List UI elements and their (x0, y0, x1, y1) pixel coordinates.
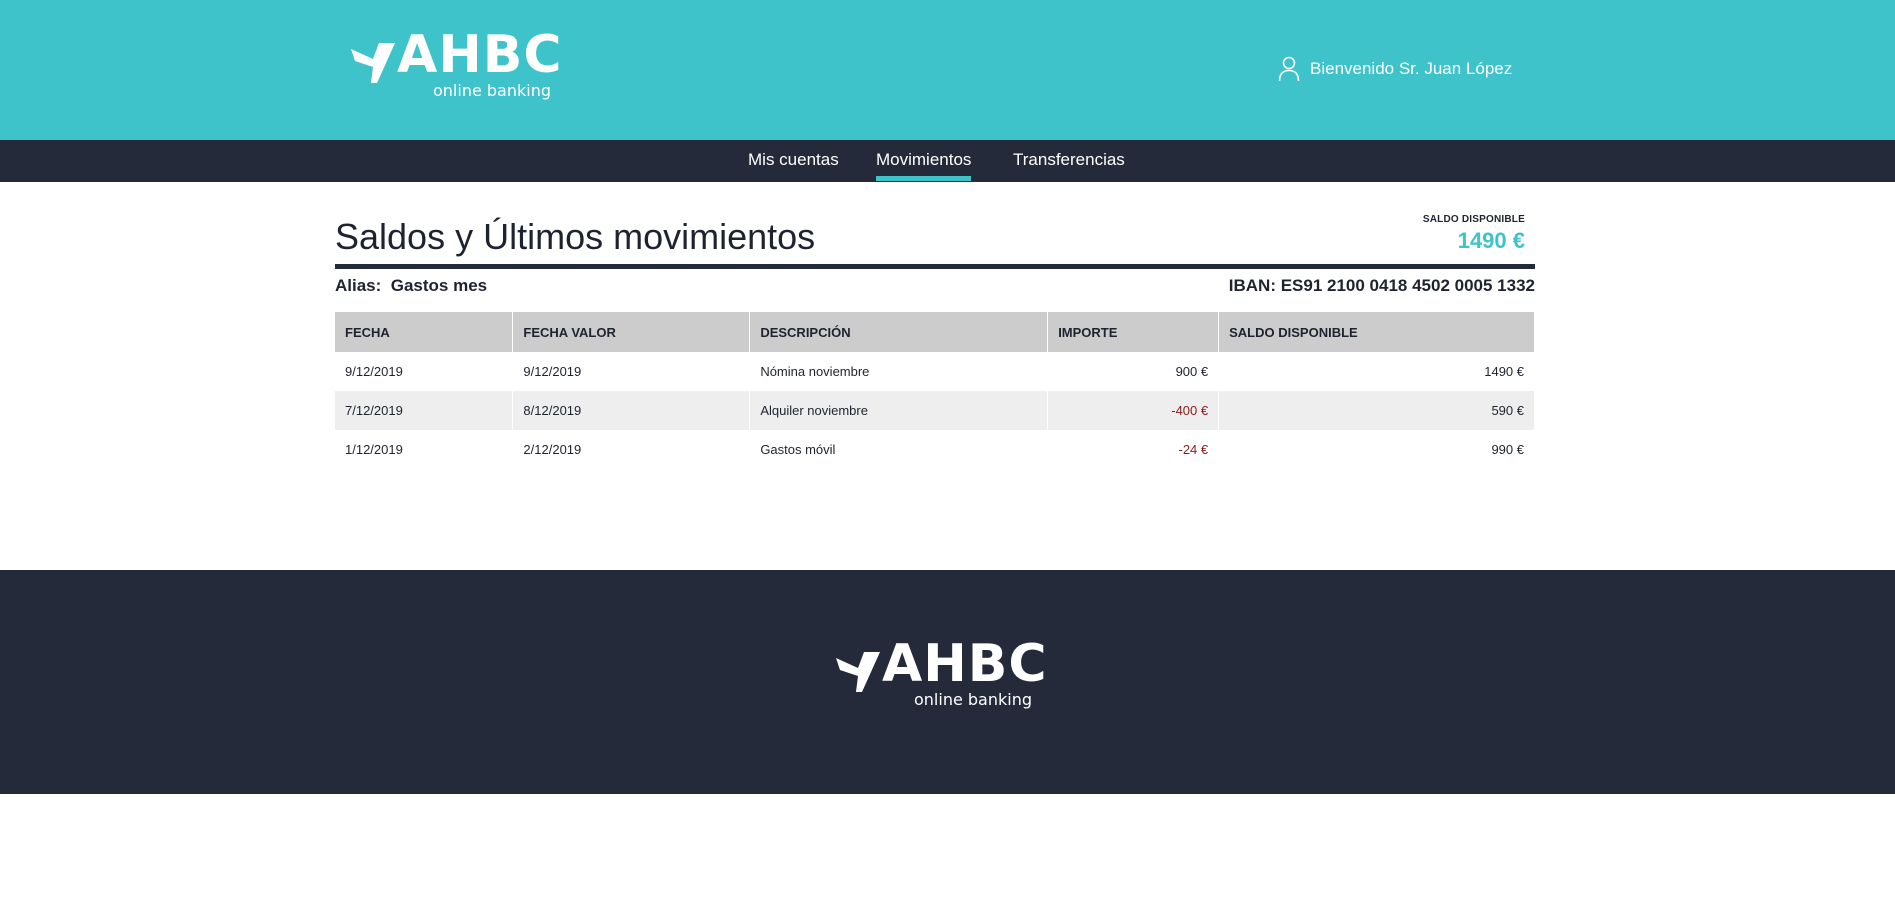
nav-item-mis-cuentas[interactable]: Mis cuentas (748, 150, 839, 170)
cell-saldo: 1490 € (1218, 352, 1535, 391)
movements-table: FECHA FECHA VALOR DESCRIPCIÓN IMPORTE SA… (335, 312, 1535, 469)
saldo-summary: SALDO DISPONIBLE 1490 € (1423, 214, 1525, 254)
table-header-row: FECHA FECHA VALOR DESCRIPCIÓN IMPORTE SA… (335, 312, 1535, 352)
saldo-label: SALDO DISPONIBLE (1422, 214, 1525, 225)
cell-fecha-valor: 9/12/2019 (512, 352, 751, 391)
user-icon (1278, 56, 1300, 82)
col-fecha[interactable]: FECHA (335, 312, 514, 352)
footer: AHBC online banking (0, 570, 1895, 794)
cell-importe: 900 € (1047, 352, 1220, 391)
welcome-text: Bienvenido Sr. Juan López (1310, 59, 1513, 78)
table-row[interactable]: 1/12/2019 2/12/2019 Gastos móvil -24 € 9… (335, 430, 1535, 469)
col-saldo-disponible[interactable]: SALDO DISPONIBLE (1218, 312, 1535, 352)
account-iban: IBAN: ES91 2100 0418 4502 0005 1332 (1228, 276, 1535, 295)
alias-label: Alias: (335, 276, 382, 295)
cell-saldo: 590 € (1218, 391, 1535, 430)
table-row[interactable]: 9/12/2019 9/12/2019 Nómina noviembre 900… (335, 352, 1535, 391)
cell-fecha: 7/12/2019 (335, 391, 514, 430)
cell-fecha: 1/12/2019 (335, 430, 514, 469)
account-alias: Alias: Gastos mes (335, 276, 487, 296)
cell-descripcion: Alquiler noviembre (749, 391, 1049, 430)
cell-saldo: 990 € (1218, 430, 1535, 469)
header-bar: AHBC online banking Bienvenido Sr. Juan … (0, 0, 1895, 140)
col-fecha-valor[interactable]: FECHA VALOR (512, 312, 751, 352)
bird-logo-icon (836, 652, 880, 692)
brand-tagline: online banking (433, 81, 551, 100)
page-title: Saldos y Últimos movimientos (335, 216, 816, 257)
footer-brand-name: AHBC (882, 634, 1048, 694)
col-importe[interactable]: IMPORTE (1047, 312, 1220, 352)
cell-importe: -24 € (1047, 430, 1220, 469)
cell-descripcion: Nómina noviembre (749, 352, 1049, 391)
alias-value: Gastos mes (390, 276, 488, 295)
table-row[interactable]: 7/12/2019 8/12/2019 Alquiler noviembre -… (335, 391, 1535, 430)
saldo-value: 1490 € (1457, 228, 1525, 253)
welcome-user[interactable]: Bienvenido Sr. Juan López (1278, 56, 1512, 82)
cell-fecha-valor: 8/12/2019 (512, 391, 751, 430)
footer-brand-tagline: online banking (914, 690, 1032, 709)
footer-logo[interactable]: AHBC online banking (836, 638, 1047, 710)
brand-logo[interactable]: AHBC online banking (351, 29, 562, 101)
cell-descripcion: Gastos móvil (749, 430, 1049, 469)
nav-item-movimientos[interactable]: Movimientos (876, 150, 972, 181)
col-descripcion[interactable]: DESCRIPCIÓN (749, 312, 1049, 352)
cell-fecha: 9/12/2019 (335, 352, 514, 391)
main-nav: Mis cuentas Movimientos Transferencias (0, 140, 1895, 182)
nav-item-transferencias[interactable]: Transferencias (1013, 150, 1125, 170)
cell-importe: -400 € (1047, 391, 1220, 430)
title-divider (335, 264, 1535, 269)
cell-fecha-valor: 2/12/2019 (512, 430, 751, 469)
bird-logo-icon (351, 43, 395, 83)
brand-name: AHBC (397, 25, 563, 85)
